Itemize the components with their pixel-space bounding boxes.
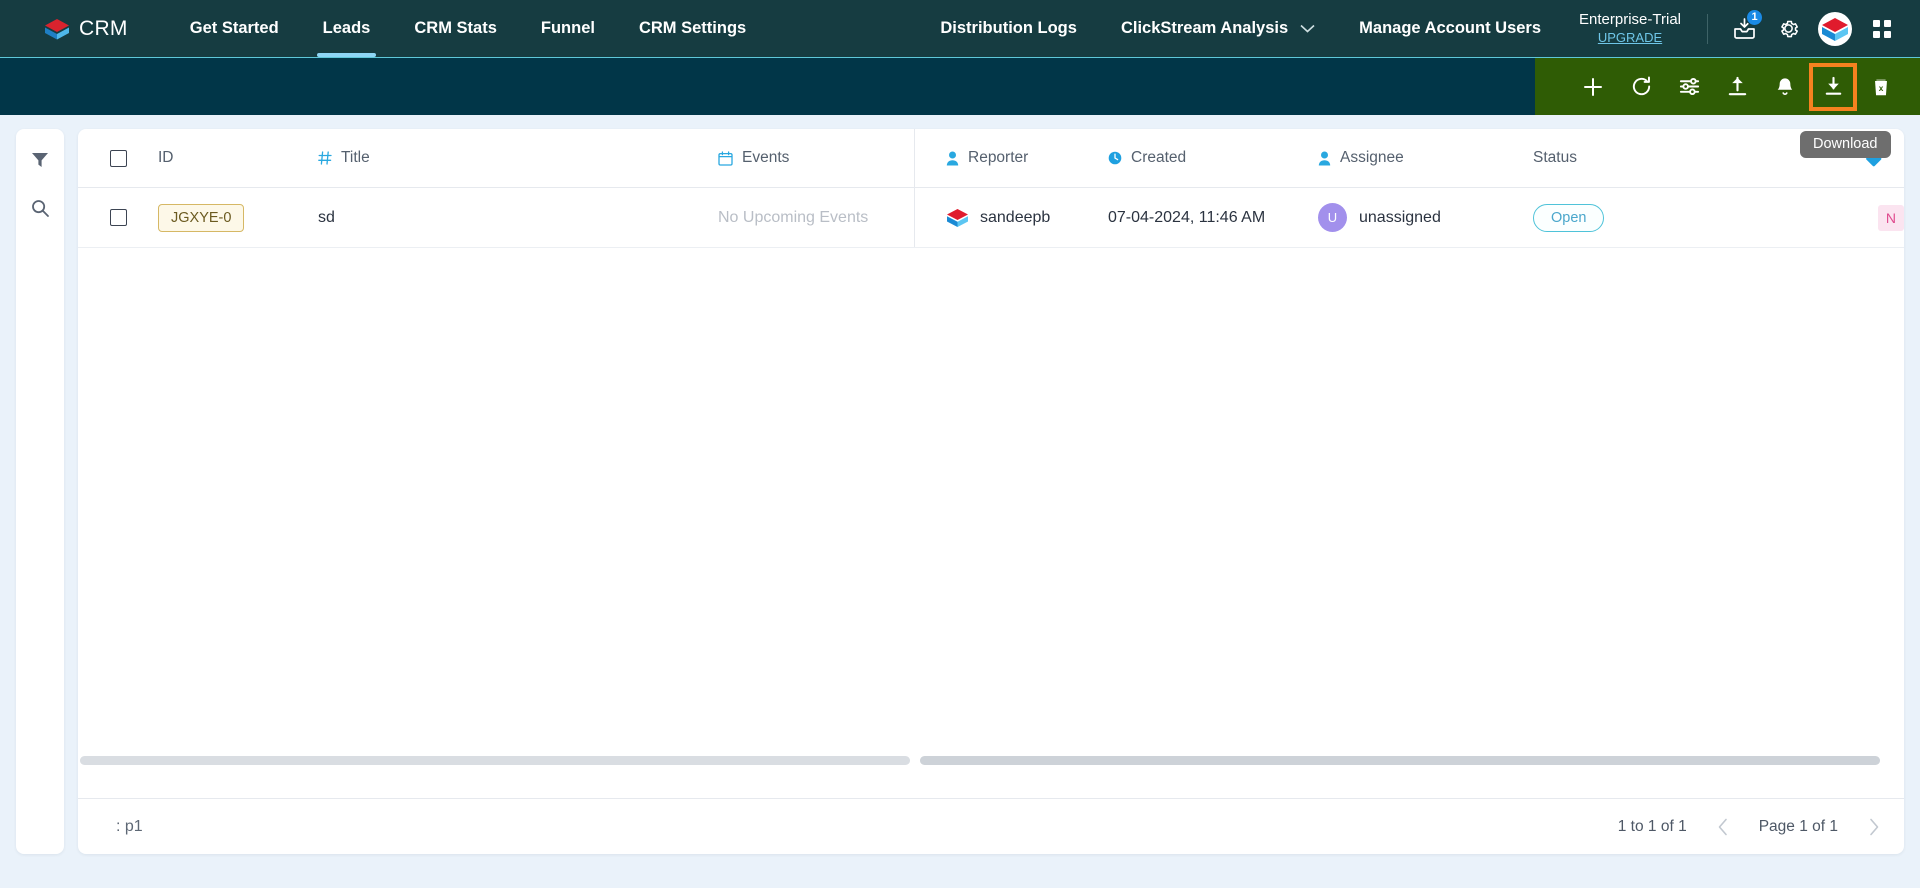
row-reporter-cell[interactable]: sandeepb — [898, 188, 1108, 248]
product-logo-icon[interactable] — [1818, 11, 1852, 46]
row-select-cell[interactable] — [78, 188, 158, 248]
nav-item-distribution-logs[interactable]: Distribution Logs — [918, 0, 1099, 57]
plan-info: Enterprise-Trial UPGRADE — [1579, 11, 1681, 46]
column-header-status[interactable]: Status — [1533, 129, 1733, 188]
column-header-created[interactable]: Created — [1108, 129, 1318, 188]
refresh-icon[interactable] — [1620, 66, 1662, 108]
page-body: ID Title Events Reporter Created Assigne… — [0, 115, 1920, 888]
download-tooltip: Download — [1800, 131, 1891, 158]
select-all-header[interactable] — [78, 129, 158, 188]
page-indicator-label: Page 1 of 1 — [1758, 817, 1838, 835]
column-header-assignee-label: Assignee — [1340, 149, 1404, 166]
stacked-layers-logo-icon — [44, 18, 70, 40]
lead-assignee: unassigned — [1359, 208, 1441, 226]
scrollbar-left[interactable] — [80, 756, 910, 765]
filter-icon[interactable] — [24, 145, 56, 175]
nav-item-leads[interactable]: Leads — [301, 0, 393, 57]
leads-table: ID Title Events Reporter Created Assigne… — [78, 129, 1904, 854]
hash-icon — [318, 151, 332, 165]
inbox-download-icon[interactable]: 1 — [1722, 7, 1766, 51]
column-header-assignee[interactable]: Assignee — [1318, 129, 1533, 188]
row-checkbox[interactable] — [110, 209, 127, 226]
nav-divider — [1707, 13, 1708, 44]
row-title-cell[interactable]: sd — [318, 188, 718, 248]
svg-text:x: x — [1879, 84, 1884, 93]
toolbar-actions: x — [1535, 58, 1920, 115]
table-scroll-area — [78, 248, 1904, 798]
chevron-down-icon — [1300, 24, 1315, 33]
footer-left-label: : p1 — [116, 817, 143, 835]
row-created-cell: 07-04-2024, 11:46 AM — [1108, 188, 1318, 248]
nav-item-clickstream-analysis[interactable]: ClickStream Analysis — [1099, 0, 1337, 57]
lead-reporter: sandeepb — [980, 208, 1051, 226]
brand-name: CRM — [79, 16, 128, 40]
upgrade-link[interactable]: UPGRADE — [1598, 30, 1662, 46]
add-icon[interactable] — [1572, 66, 1614, 108]
download-icon[interactable] — [1809, 62, 1857, 111]
row-assignee-cell[interactable]: U unassigned — [1318, 188, 1533, 248]
nav-item-get-started[interactable]: Get Started — [168, 0, 301, 57]
left-tool-rail — [16, 129, 64, 854]
bell-icon[interactable] — [1764, 66, 1806, 108]
row-events-cell: No Upcoming Events — [718, 188, 898, 248]
search-icon[interactable] — [24, 193, 56, 223]
upload-icon[interactable] — [1716, 66, 1758, 108]
lead-events: No Upcoming Events — [718, 208, 869, 226]
tag-badge[interactable]: N — [1877, 204, 1904, 231]
clock-icon — [1108, 151, 1122, 165]
column-header-status-label: Status — [1533, 149, 1577, 166]
column-header-id[interactable]: ID — [158, 129, 318, 188]
table-row[interactable]: JGXYE-0 sd No Upcoming Events sandeepb 0… — [78, 188, 1904, 248]
lead-id-chip[interactable]: JGXYE-0 — [158, 203, 245, 232]
stacked-layers-logo-icon — [946, 208, 969, 228]
avatar: U — [1318, 203, 1347, 232]
table-footer: : p1 1 to 1 of 1 Page 1 of 1 — [78, 798, 1904, 854]
nav-item-crm-settings[interactable]: CRM Settings — [617, 0, 768, 57]
nav-item-funnel[interactable]: Funnel — [519, 0, 617, 57]
row-id-cell[interactable]: JGXYE-0 — [158, 188, 318, 248]
column-header-id-label: ID — [158, 149, 174, 166]
settings-sliders-icon[interactable] — [1668, 66, 1710, 108]
action-toolbar: x — [0, 57, 1920, 115]
lead-title: sd — [318, 208, 335, 226]
nav-item-crm-stats[interactable]: CRM Stats — [392, 0, 519, 57]
nav-item-manage-account-users[interactable]: Manage Account Users — [1337, 0, 1563, 57]
column-header-title-label: Title — [341, 149, 370, 166]
column-header-created-label: Created — [1131, 149, 1187, 166]
inbox-badge-count: 1 — [1746, 8, 1763, 26]
column-header-reporter[interactable]: Reporter — [898, 129, 1108, 188]
pagination: 1 to 1 of 1 Page 1 of 1 — [1618, 818, 1880, 836]
lead-created: 07-04-2024, 11:46 AM — [1108, 208, 1266, 226]
person-icon — [1318, 151, 1331, 166]
nav-item-clickstream-analysis-label: ClickStream Analysis — [1120, 19, 1289, 37]
toolbar-empty-area — [0, 58, 1535, 115]
chevron-right-icon[interactable] — [1868, 818, 1880, 836]
row-status-cell[interactable]: Open — [1533, 188, 1733, 248]
plan-name: Enterprise-Trial — [1579, 11, 1681, 28]
column-header-events[interactable]: Events — [718, 129, 898, 188]
top-navigation-bar: CRM Get Started Leads CRM Stats Funnel C… — [0, 0, 1920, 57]
calendar-icon — [718, 150, 733, 166]
record-range-label: 1 to 1 of 1 — [1617, 817, 1687, 835]
horizontal-scrollbars — [78, 756, 1904, 765]
column-header-title[interactable]: Title — [318, 129, 718, 188]
apps-grid-icon[interactable] — [1860, 7, 1904, 51]
chevron-left-icon[interactable] — [1717, 818, 1729, 836]
select-all-checkbox[interactable] — [110, 149, 127, 167]
status-badge[interactable]: Open — [1533, 203, 1605, 232]
person-icon — [946, 151, 959, 166]
column-header-events-label: Events — [742, 149, 790, 166]
primary-nav: Get Started Leads CRM Stats Funnel CRM S… — [168, 0, 768, 57]
row-tags-cell[interactable]: N — [1877, 188, 1904, 248]
brand[interactable]: CRM — [44, 17, 128, 41]
secondary-nav: Distribution Logs ClickStream Analysis M… — [918, 0, 1920, 57]
scrollbar-right[interactable] — [920, 756, 1880, 765]
table-header-row: ID Title Events Reporter Created Assigne… — [78, 129, 1904, 188]
column-header-reporter-label: Reporter — [968, 149, 1029, 166]
gear-icon[interactable] — [1766, 7, 1810, 51]
delete-icon[interactable]: x — [1860, 66, 1902, 108]
